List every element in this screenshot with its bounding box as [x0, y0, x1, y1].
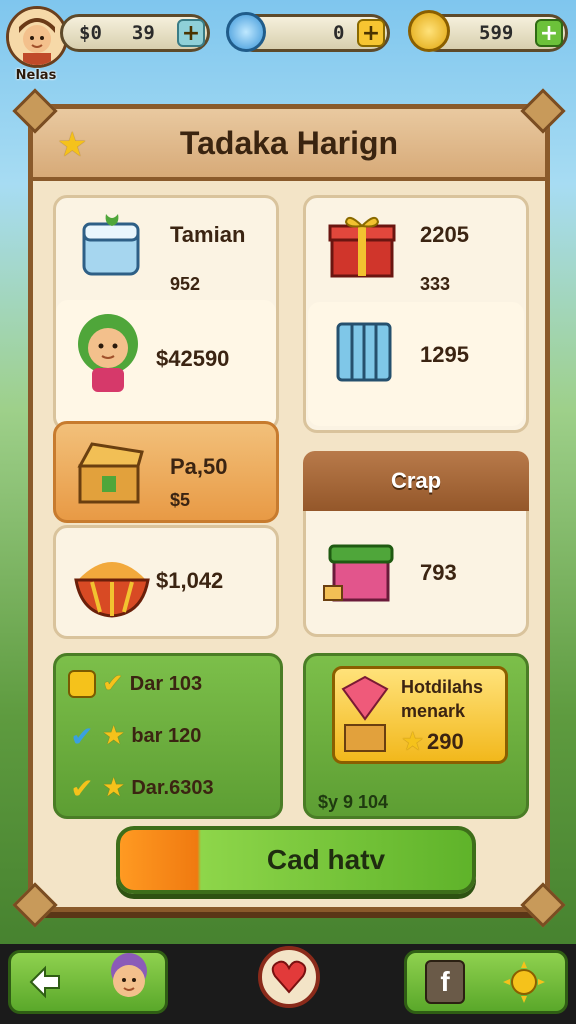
star-icon: ★ — [57, 125, 88, 165]
highlight-title-1: Hotdilahs — [401, 677, 484, 697]
coin-icon — [408, 10, 450, 52]
top-bar: Nelas $0 39 + 0 + 599 + — [0, 0, 576, 100]
gift-icon — [328, 216, 396, 278]
dar-label-3: Dar.6303 — [131, 776, 214, 799]
heart-button[interactable] — [258, 946, 320, 1008]
energy-icon — [226, 12, 266, 52]
highlight-stars: 290 — [427, 729, 464, 754]
chest-value-2: $5 — [170, 490, 191, 510]
energy-value: 0 — [333, 22, 345, 44]
corner-ornament — [12, 882, 58, 928]
card-crap[interactable]: Crap 793 — [303, 451, 529, 637]
tamian-title: Tamian — [170, 222, 246, 247]
radiator-icon — [336, 322, 392, 382]
currency-1-value: 39 — [131, 22, 155, 44]
card-tamian[interactable]: Tamian 952 $42590 — [53, 195, 279, 431]
star-icon: ★ — [401, 727, 425, 757]
back-button[interactable] — [8, 950, 168, 1014]
gem-icon — [341, 675, 389, 752]
star-icon: ★ — [102, 773, 126, 803]
plus-icon: + — [181, 20, 201, 46]
check-icon: ✔ — [70, 719, 94, 753]
add-coins-button[interactable]: + — [535, 19, 563, 47]
player-avatar-icon — [9, 9, 65, 65]
avatar[interactable] — [6, 6, 68, 68]
add-currency-1-button[interactable]: + — [177, 19, 205, 47]
gift-value-1: 2205 — [420, 222, 469, 247]
character-avatar-icon — [111, 953, 147, 997]
bowl-icon — [74, 562, 150, 618]
card-highlight[interactable]: Hotdilahs menark ★ 290 $y 9 104 — [303, 653, 529, 819]
checkbox-icon — [68, 670, 96, 698]
currency-1-label: $0 — [79, 22, 102, 44]
corner-ornament — [520, 882, 566, 928]
dar-row-2[interactable]: ✔ ★ bar 120 — [68, 716, 201, 756]
coin-value: 599 — [479, 22, 514, 44]
highlight-title-2: menark — [401, 701, 466, 721]
cta-button[interactable]: Cad hatv — [116, 826, 476, 894]
cta-label: Cad hatv — [266, 844, 386, 875]
crap-header: Crap — [303, 451, 529, 511]
social-buttons: f — [404, 950, 568, 1014]
highlight-footer: $y 9 104 — [318, 792, 389, 812]
currency-pill-1: $0 39 + — [60, 14, 210, 52]
check-icon: ✔ — [70, 771, 94, 805]
plus-icon: + — [361, 20, 381, 46]
dar-row-3[interactable]: ✔ ★ Dar.6303 — [68, 768, 214, 808]
card-dar-list: ✔ Dar 103 ✔ ★ bar 120 ✔ ★ Dar.6303 — [53, 653, 283, 819]
character-price: $42590 — [156, 346, 230, 371]
add-energy-button[interactable]: + — [357, 19, 385, 47]
crap-value: 793 — [420, 560, 457, 585]
chest-value-1: Pa,50 — [170, 454, 228, 479]
crap-title: Crap — [390, 468, 442, 493]
radiator-subcard: 1295 — [308, 302, 524, 426]
dar-label-2: bar 120 — [131, 724, 202, 747]
card-chest[interactable]: Pa,50 $5 — [53, 421, 279, 523]
dar-row-1[interactable]: ✔ Dar 103 — [68, 664, 202, 704]
card-bowl[interactable]: $1,042 — [53, 525, 279, 639]
bowl-price: $1,042 — [156, 568, 224, 593]
sun-icon[interactable] — [501, 959, 547, 1005]
gift-value-2: 333 — [420, 274, 451, 294]
player-name: Nelas — [15, 68, 57, 83]
heart-icon — [271, 960, 307, 994]
main-panel: ★ Tadaka Harign Tamian 952 $42590 2205 3… — [12, 88, 566, 928]
gift-box-icon — [323, 544, 394, 602]
radiator-value: 1295 — [420, 342, 469, 367]
bottom-nav: f — [0, 944, 576, 1024]
plus-icon: + — [539, 20, 559, 46]
panel-header: ★ Tadaka Harign — [33, 109, 545, 181]
card-gift[interactable]: 2205 333 1295 — [303, 195, 529, 433]
star-icon: ★ — [102, 721, 126, 751]
character-icon — [78, 314, 138, 392]
highlight-box: Hotdilahs menark ★ 290 — [332, 666, 508, 764]
dar-label-1: Dar 103 — [129, 672, 203, 695]
back-arrow-icon — [29, 965, 60, 999]
fridge-icon — [82, 214, 140, 276]
character-subcard: $42590 — [56, 300, 276, 428]
check-icon: ✔ — [102, 669, 124, 699]
tamian-value: 952 — [170, 274, 201, 294]
panel-title: Tadaka Harign — [179, 124, 399, 161]
chest-icon — [77, 442, 144, 504]
facebook-icon[interactable]: f — [425, 960, 465, 1004]
